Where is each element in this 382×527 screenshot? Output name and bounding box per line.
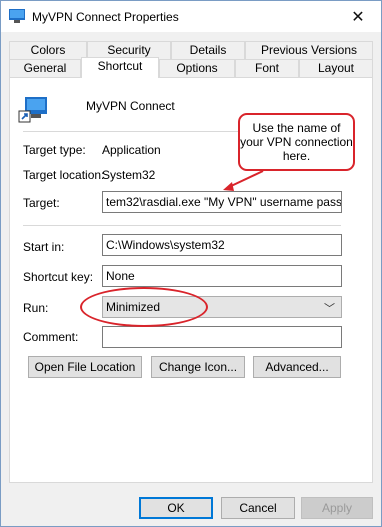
annotation-ellipse — [80, 287, 208, 327]
comment-input[interactable] — [102, 326, 342, 348]
tab-row-2: General Shortcut Options Font Layout — [1, 57, 381, 78]
ok-button[interactable]: OK — [139, 497, 213, 519]
target-input[interactable]: tem32\rasdial.exe "My VPN" username pass… — [102, 191, 342, 213]
tab-options[interactable]: Options — [159, 59, 235, 77]
tab-colors[interactable]: Colors — [9, 41, 87, 59]
shortcut-icon — [18, 97, 47, 123]
tab-previous-versions[interactable]: Previous Versions — [245, 41, 373, 59]
start-in-label: Start in: — [23, 240, 65, 254]
comment-label: Comment: — [23, 330, 79, 344]
window-title: MyVPN Connect Properties — [32, 10, 179, 24]
tab-general[interactable]: General — [9, 59, 81, 77]
target-label: Target: — [23, 196, 60, 210]
change-icon-button[interactable]: Change Icon... — [151, 356, 245, 378]
separator — [23, 225, 341, 226]
tab-layout[interactable]: Layout — [299, 59, 373, 77]
target-type-label: Target type: — [23, 143, 86, 157]
tab-row-1: Colors Security Details Previous Version… — [1, 41, 381, 59]
target-type-value: Application — [102, 143, 161, 157]
shortcut-name: MyVPN Connect — [86, 99, 175, 113]
shortcut-key-input[interactable]: None — [102, 265, 342, 287]
tab-shortcut[interactable]: Shortcut — [81, 57, 159, 78]
properties-window: MyVPN Connect Properties ✕ Colors Securi… — [0, 0, 382, 527]
chevron-down-icon: ﹀ — [324, 303, 335, 315]
tab-font[interactable]: Font — [235, 59, 299, 77]
tab-details[interactable]: Details — [171, 41, 245, 59]
shortcut-key-label: Shortcut key: — [23, 270, 94, 284]
open-file-location-button[interactable]: Open File Location — [28, 356, 142, 378]
target-location-value: System32 — [102, 168, 156, 182]
apply-button[interactable]: Apply — [301, 497, 373, 519]
start-in-input[interactable]: C:\Windows\system32 — [102, 234, 342, 256]
advanced-button[interactable]: Advanced... — [253, 356, 341, 378]
close-icon[interactable]: ✕ — [335, 1, 381, 32]
vpn-app-icon — [9, 9, 25, 23]
target-location-label: Target location: — [23, 168, 105, 182]
cancel-button[interactable]: Cancel — [221, 497, 295, 519]
title-bar[interactable]: MyVPN Connect Properties ✕ — [1, 1, 381, 32]
run-label: Run: — [23, 301, 49, 315]
annotation-callout: Use the name of your VPN connection here… — [238, 113, 355, 171]
